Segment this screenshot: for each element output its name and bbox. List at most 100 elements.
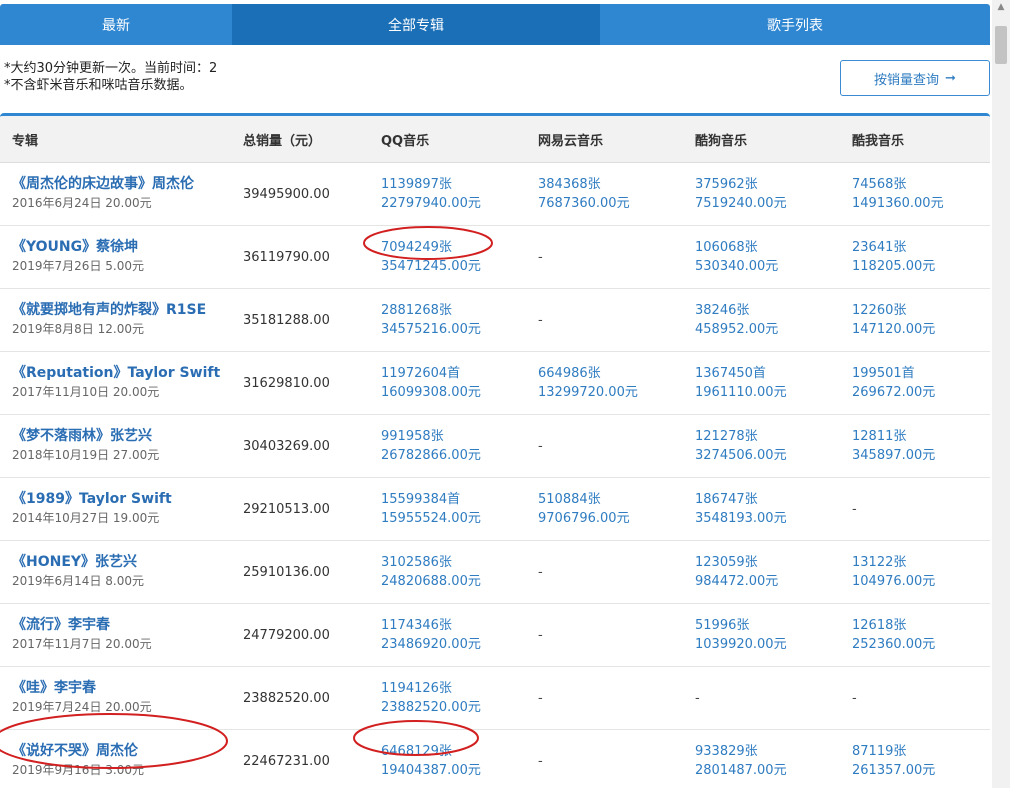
- header-album: 专辑: [12, 133, 39, 149]
- kugou-units-link[interactable]: 375962张: [695, 175, 839, 194]
- qq-revenue-link[interactable]: 23882520.00元: [381, 698, 525, 717]
- qq-units-link[interactable]: 7094249张: [381, 238, 525, 257]
- qq-revenue-link[interactable]: 16099308.00元: [381, 383, 525, 402]
- album-name-link[interactable]: 《说好不哭》周杰伦: [12, 742, 230, 761]
- qq-sales-cell: 11972604首 16099308.00元: [368, 352, 525, 414]
- kuwo-sales-cell: 87119张 261357.00元: [839, 730, 990, 788]
- album-name-link[interactable]: 《Reputation》Taylor Swift: [12, 364, 230, 383]
- kugou-sales-cell: 375962张 7519240.00元: [682, 163, 839, 225]
- kuwo-revenue-link[interactable]: 118205.00元: [852, 257, 990, 276]
- kugou-revenue-link[interactable]: 530340.00元: [695, 257, 839, 276]
- netease-revenue-link[interactable]: 7687360.00元: [538, 194, 682, 213]
- kugou-units-link[interactable]: 38246张: [695, 301, 839, 320]
- kugou-units-link[interactable]: 106068张: [695, 238, 839, 257]
- kuwo-revenue-link[interactable]: 269672.00元: [852, 383, 990, 402]
- header-total: 总销量（元）: [243, 133, 322, 149]
- qq-units-link[interactable]: 1139897张: [381, 175, 525, 194]
- kuwo-units-link[interactable]: 13122张: [852, 553, 990, 572]
- qq-units-link[interactable]: 1194126张: [381, 679, 525, 698]
- table-row: 《就要掷地有声的炸裂》R1SE 2019年8月8日 12.00元 35181288.…: [0, 289, 990, 352]
- album-name-link[interactable]: 《周杰伦的床边故事》周杰伦: [12, 175, 230, 194]
- qq-revenue-link[interactable]: 23486920.00元: [381, 635, 525, 654]
- album-name-link[interactable]: 《YOUNG》蔡徐坤: [12, 238, 230, 257]
- table-row: 《周杰伦的床边故事》周杰伦 2016年6月24日 20.00元 39495900.0…: [0, 163, 990, 226]
- album-name-link[interactable]: 《就要掷地有声的炸裂》R1SE: [12, 301, 230, 320]
- tab-latest[interactable]: 最新: [0, 4, 232, 45]
- kuwo-sales-cell: -: [839, 667, 990, 729]
- netease-units-link[interactable]: 384368张: [538, 175, 682, 194]
- kugou-units-link[interactable]: 186747张: [695, 490, 839, 509]
- tab-artist-list[interactable]: 歌手列表: [600, 4, 990, 45]
- total-sales-cell: 23882520.00: [230, 667, 368, 729]
- qq-revenue-link[interactable]: 26782866.00元: [381, 446, 525, 465]
- album-name-link[interactable]: 《HONEY》张艺兴: [12, 553, 230, 572]
- qq-revenue-link[interactable]: 19404387.00元: [381, 761, 525, 780]
- qq-units-link[interactable]: 3102586张: [381, 553, 525, 572]
- netease-units-link[interactable]: 510884张: [538, 490, 682, 509]
- kuwo-units-link[interactable]: 23641张: [852, 238, 990, 257]
- album-name-link[interactable]: 《哇》李宇春: [12, 679, 230, 698]
- tab-all-albums[interactable]: 全部专辑: [232, 4, 600, 45]
- qq-sales-cell: 1194126张 23882520.00元: [368, 667, 525, 729]
- total-sales-cell: 22467231.00: [230, 730, 368, 788]
- netease-units-link[interactable]: 664986张: [538, 364, 682, 383]
- qq-units-link[interactable]: 6468129张: [381, 742, 525, 761]
- kugou-revenue-link[interactable]: 7519240.00元: [695, 194, 839, 213]
- total-sales-value: 22467231.00: [243, 753, 330, 769]
- kuwo-units-link[interactable]: 199501首: [852, 364, 990, 383]
- kuwo-units-link[interactable]: 87119张: [852, 742, 990, 761]
- kugou-units-link[interactable]: 1367450首: [695, 364, 839, 383]
- kugou-revenue-link[interactable]: 3274506.00元: [695, 446, 839, 465]
- kugou-units-link[interactable]: 51996张: [695, 616, 839, 635]
- kuwo-no-data: -: [852, 690, 857, 706]
- kuwo-units-link[interactable]: 12260张: [852, 301, 990, 320]
- qq-units-link[interactable]: 1174346张: [381, 616, 525, 635]
- album-name-link[interactable]: 《1989》Taylor Swift: [12, 490, 230, 509]
- kugou-revenue-link[interactable]: 1039920.00元: [695, 635, 839, 654]
- netease-revenue-link[interactable]: 9706796.00元: [538, 509, 682, 528]
- qq-units-link[interactable]: 2881268张: [381, 301, 525, 320]
- kuwo-sales-cell: 13122张 104976.00元: [839, 541, 990, 603]
- total-sales-cell: 30403269.00: [230, 415, 368, 477]
- kugou-revenue-link[interactable]: 984472.00元: [695, 572, 839, 591]
- kugou-sales-cell: 186747张 3548193.00元: [682, 478, 839, 540]
- kuwo-revenue-link[interactable]: 147120.00元: [852, 320, 990, 339]
- kugou-units-link[interactable]: 123059张: [695, 553, 839, 572]
- qq-revenue-link[interactable]: 35471245.00元: [381, 257, 525, 276]
- netease-no-data: -: [538, 249, 543, 265]
- qq-units-link[interactable]: 11972604首: [381, 364, 525, 383]
- kuwo-revenue-link[interactable]: 252360.00元: [852, 635, 990, 654]
- sales-query-button[interactable]: 按销量查询 ➞: [840, 60, 990, 96]
- kugou-revenue-link[interactable]: 1961110.00元: [695, 383, 839, 402]
- album-name-link[interactable]: 《梦不落雨林》张艺兴: [12, 427, 230, 446]
- qq-revenue-link[interactable]: 34575216.00元: [381, 320, 525, 339]
- kuwo-revenue-link[interactable]: 1491360.00元: [852, 194, 990, 213]
- qq-units-link[interactable]: 991958张: [381, 427, 525, 446]
- kugou-revenue-link[interactable]: 3548193.00元: [695, 509, 839, 528]
- scroll-up-arrow-icon[interactable]: ▲: [992, 2, 1010, 16]
- kugou-revenue-link[interactable]: 2801487.00元: [695, 761, 839, 780]
- album-release-info: 2019年9月16日 3.00元: [12, 763, 144, 777]
- kuwo-revenue-link[interactable]: 345897.00元: [852, 446, 990, 465]
- total-sales-cell: 29210513.00: [230, 478, 368, 540]
- netease-revenue-link[interactable]: 13299720.00元: [538, 383, 682, 402]
- scroll-thumb[interactable]: [995, 26, 1007, 64]
- kuwo-revenue-link[interactable]: 261357.00元: [852, 761, 990, 780]
- kugou-units-link[interactable]: 933829张: [695, 742, 839, 761]
- kuwo-units-link[interactable]: 12811张: [852, 427, 990, 446]
- total-sales-value: 36119790.00: [243, 249, 330, 265]
- qq-sales-cell: 6468129张 19404387.00元: [368, 730, 525, 788]
- kugou-revenue-link[interactable]: 458952.00元: [695, 320, 839, 339]
- qq-revenue-link[interactable]: 22797940.00元: [381, 194, 525, 213]
- kugou-units-link[interactable]: 121278张: [695, 427, 839, 446]
- qq-revenue-link[interactable]: 15955524.00元: [381, 509, 525, 528]
- kuwo-units-link[interactable]: 12618张: [852, 616, 990, 635]
- qq-units-link[interactable]: 15599384首: [381, 490, 525, 509]
- vertical-scrollbar[interactable]: ▲: [992, 0, 1010, 788]
- kuwo-units-link[interactable]: 74568张: [852, 175, 990, 194]
- table-row: 《1989》Taylor Swift 2014年10月27日 19.00元 2921…: [0, 478, 990, 541]
- album-name-link[interactable]: 《流行》李宇春: [12, 616, 230, 635]
- album-cell: 《Reputation》Taylor Swift 2017年11月10日 20.0…: [0, 352, 230, 414]
- qq-revenue-link[interactable]: 24820688.00元: [381, 572, 525, 591]
- kuwo-revenue-link[interactable]: 104976.00元: [852, 572, 990, 591]
